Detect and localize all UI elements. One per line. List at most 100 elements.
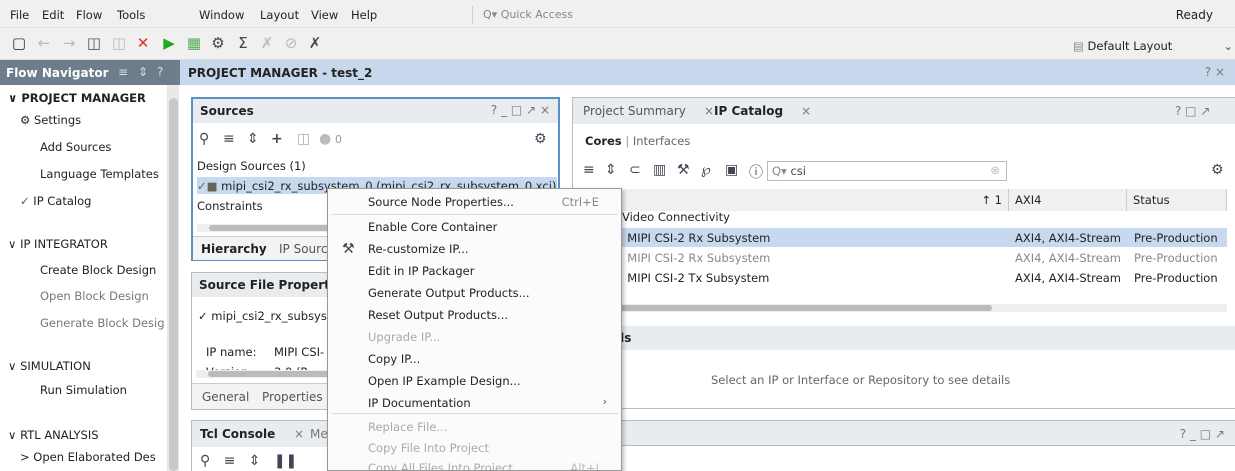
delete-icon[interactable]: ✕	[134, 34, 152, 52]
section-rtl-analysis[interactable]: ∨ RTL ANALYSIS	[8, 428, 99, 442]
nav-create-block-design[interactable]: Create Block Design	[40, 263, 156, 277]
column-name[interactable]: ↑ 1	[572, 189, 1009, 211]
nav-add-sources[interactable]: Add Sources	[40, 140, 111, 154]
section-simulation[interactable]: ∨ SIMULATION	[8, 359, 91, 373]
pause-icon[interactable]: ❚❚	[274, 453, 297, 469]
search-icon[interactable]: ⚲	[199, 131, 209, 147]
menu-item-copy-all-files[interactable]: Copy All Files Into Project	[368, 461, 513, 470]
close-icon[interactable]: ×	[704, 104, 714, 118]
copy-icon[interactable]: ◫	[85, 34, 103, 52]
section-ip-integrator[interactable]: ∨ IP INTEGRATOR	[8, 237, 108, 251]
gear-icon[interactable]: ⚙	[534, 131, 547, 147]
close-icon[interactable]: ×	[801, 104, 811, 118]
scrollbar-thumb[interactable]	[169, 98, 178, 471]
nav-open-elaborated[interactable]: > Open Elaborated Des	[20, 450, 156, 464]
tool-disabled-icon[interactable]: ✗	[258, 34, 276, 52]
menu-help[interactable]: Help	[351, 8, 377, 22]
menu-window[interactable]: Window	[199, 8, 244, 22]
expand-all-icon[interactable]: ⇕	[247, 131, 259, 147]
paste-icon[interactable]: ◫	[110, 34, 128, 52]
collapse-all-icon[interactable]: ≡	[583, 162, 595, 178]
subtab-cores[interactable]: Cores	[585, 134, 622, 148]
menu-view[interactable]: View	[311, 8, 338, 22]
panel-controls[interactable]: ? _ □ ↗ ×	[491, 103, 550, 117]
nav-open-block-design[interactable]: Open Block Design	[40, 289, 149, 303]
clear-icon[interactable]: ⊘	[282, 34, 300, 52]
collapse-all-icon[interactable]: ≡	[224, 453, 236, 469]
quick-access-input[interactable]: Q▾ Quick Access	[472, 6, 662, 24]
menu-item-ip-documentation[interactable]: IP Documentation	[368, 396, 471, 410]
nav-run-simulation[interactable]: Run Simulation	[40, 383, 127, 397]
search-icon[interactable]: ⚲	[200, 453, 210, 469]
tab-project-summary[interactable]: Project Summary	[583, 104, 686, 118]
panel-controls[interactable]: ? □ ↗	[1175, 104, 1210, 118]
open-folder-icon[interactable]: ▢	[10, 34, 28, 52]
menu-flow[interactable]: Flow	[76, 8, 102, 22]
constraints-node[interactable]: Constraints	[197, 199, 263, 213]
menu-item-generate-output-products[interactable]: Generate Output Products...	[368, 286, 530, 300]
column-status[interactable]: Status	[1127, 189, 1227, 211]
layout-selector[interactable]: ▤ Default Layout ⌄	[1073, 37, 1235, 55]
filter-icon[interactable]: ⊂	[629, 162, 641, 178]
table-row[interactable]: ✓ MIPI CSI-2 Rx Subsystem AXI4, AXI4-Str…	[572, 228, 1227, 247]
column-axi4[interactable]: AXI4	[1009, 189, 1127, 211]
expand-all-icon[interactable]: ⇕	[249, 453, 261, 469]
panel-controls[interactable]: ? _ □ ↗	[1180, 427, 1225, 441]
section-project-manager[interactable]: ∨ PROJECT MANAGER	[8, 91, 146, 105]
menu-item-recustomize-ip[interactable]: Re-customize IP...	[368, 242, 469, 256]
collapse-all-icon[interactable]: ≡	[118, 65, 128, 79]
help-close-icons[interactable]: ? ×	[1205, 65, 1225, 79]
key-icon[interactable]: ℘	[701, 162, 711, 178]
hierarchy-icon[interactable]: ▥	[653, 162, 666, 178]
redo-icon[interactable]: →	[60, 34, 78, 52]
chip-icon[interactable]: ▣	[725, 162, 738, 178]
table-row[interactable]: ✓ MIPI CSI-2 Rx Subsystem AXI4, AXI4-Str…	[572, 248, 1227, 267]
nav-language-templates[interactable]: Language Templates	[40, 167, 159, 181]
design-sources-node[interactable]: Design Sources (1)	[197, 159, 306, 173]
group-video-connectivity[interactable]: Video Connectivity	[622, 210, 730, 224]
tab-ip-sources[interactable]: IP Sources	[279, 242, 329, 256]
close-icon[interactable]: ×	[294, 427, 304, 441]
menu-item-enable-core-container[interactable]: Enable Core Container	[368, 220, 497, 234]
menu-item-copy-file-into-project[interactable]: Copy File Into Project	[368, 441, 489, 455]
wrench-icon[interactable]: ⚒	[677, 162, 690, 178]
ip-search-input[interactable]: Q▾ csi ⊗	[767, 161, 1007, 181]
menu-item-source-node-properties[interactable]: Source Node Properties...	[368, 195, 514, 209]
collapse-all-icon[interactable]: ≡	[223, 131, 235, 147]
nav-settings[interactable]: ⚙ Settings	[20, 113, 81, 127]
info-icon[interactable]: ⓘ	[749, 162, 763, 182]
program-device-icon[interactable]: ▦	[185, 34, 203, 52]
menu-file[interactable]: File	[10, 8, 29, 22]
menu-tools[interactable]: Tools	[117, 8, 145, 22]
subtab-interfaces[interactable]: Interfaces	[633, 134, 690, 148]
table-row[interactable]: ✓ MIPI CSI-2 Tx Subsystem AXI4, AXI4-Str…	[572, 268, 1227, 287]
horizontal-scrollbar[interactable]	[572, 304, 1227, 312]
menu-item-open-ip-example-design[interactable]: Open IP Example Design...	[368, 374, 521, 388]
gear-icon[interactable]: ⚙	[1211, 162, 1224, 178]
run-icon[interactable]: ▶	[160, 34, 178, 52]
sigma-icon[interactable]: Σ	[234, 34, 252, 52]
add-icon[interactable]: +	[271, 131, 283, 147]
nav-generate-block-design[interactable]: Generate Block Desig	[40, 316, 165, 330]
menu-item-edit-in-ip-packager[interactable]: Edit in IP Packager	[368, 264, 474, 278]
expand-all-icon[interactable]: ⇕	[138, 65, 148, 79]
expand-all-icon[interactable]: ⇕	[605, 162, 617, 178]
nav-ip-catalog[interactable]: ✓ IP Catalog	[20, 194, 91, 208]
menu-item-copy-ip[interactable]: Copy IP...	[368, 352, 420, 366]
menu-item-upgrade-ip[interactable]: Upgrade IP...	[368, 330, 440, 344]
settings-icon[interactable]: ⚙	[209, 34, 227, 52]
undo-icon[interactable]: ←	[35, 34, 53, 52]
info-icon[interactable]: ◫	[297, 131, 310, 147]
menu-edit[interactable]: Edit	[42, 8, 64, 22]
menu-item-reset-output-products[interactable]: Reset Output Products...	[368, 308, 508, 322]
help-icon[interactable]: ?	[157, 65, 163, 79]
clear-search-icon[interactable]: ⊗	[990, 163, 1000, 177]
tab-hierarchy[interactable]: Hierarchy	[201, 242, 267, 256]
tab-tcl-console[interactable]: Tcl Console	[200, 427, 275, 441]
menu-item-replace-file[interactable]: Replace File...	[368, 420, 447, 434]
tab-properties[interactable]: Properties	[262, 390, 323, 404]
menu-layout[interactable]: Layout	[260, 8, 299, 22]
tab-general[interactable]: General	[202, 390, 249, 404]
cross-tool-icon[interactable]: ✗	[306, 34, 324, 52]
tab-ip-catalog[interactable]: IP Catalog	[714, 104, 783, 118]
